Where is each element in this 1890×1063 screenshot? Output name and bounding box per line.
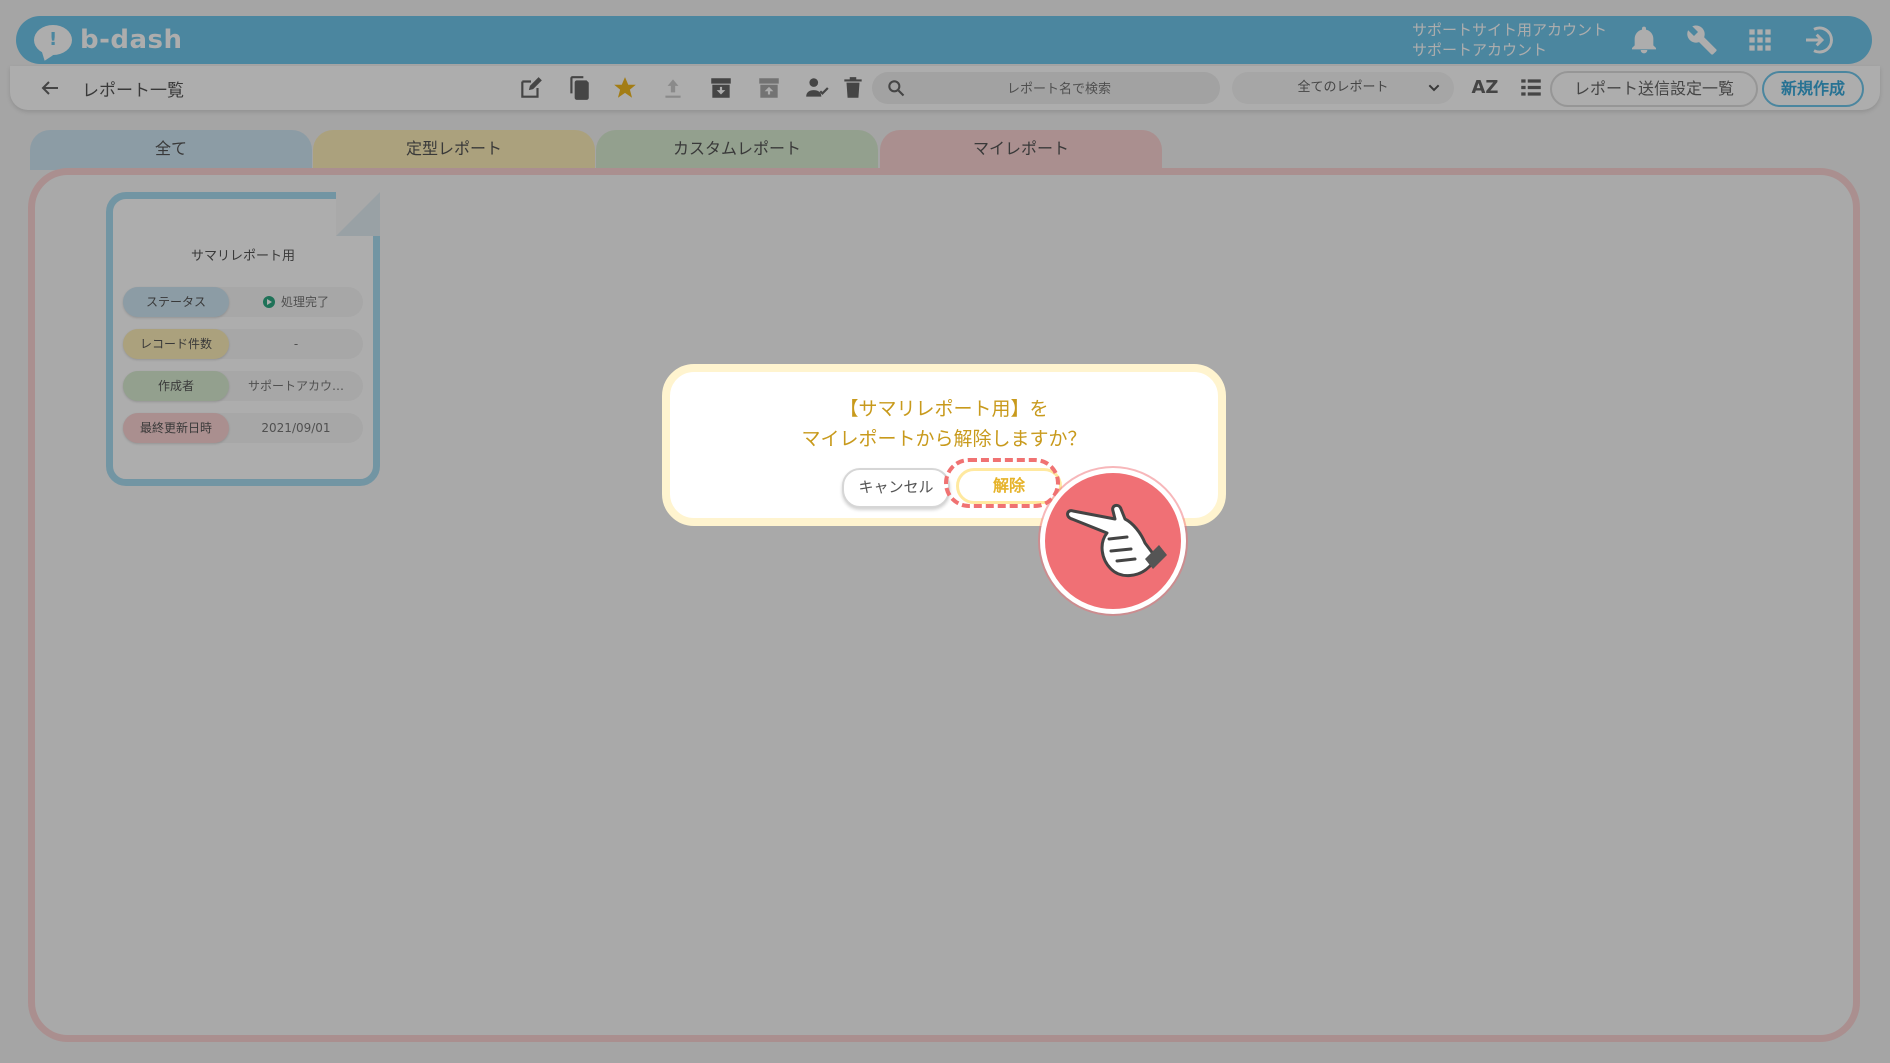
modal-overlay[interactable] <box>0 0 1890 1063</box>
report-list-page: ! b-dash サポートサイト用アカウント サポートアカウント レポート一覧 … <box>0 0 1890 1063</box>
dialog-message: 【サマリレポート用】を マイレポートから解除しますか？ <box>670 394 1218 454</box>
click-highlight-ring <box>944 458 1060 508</box>
dialog-message-line1: 【サマリレポート用】を <box>839 398 1049 420</box>
dialog-message-line2: マイレポートから解除しますか？ <box>801 428 1087 450</box>
cancel-button[interactable]: キャンセル <box>842 468 950 508</box>
pointing-hand-icon <box>1040 468 1186 614</box>
